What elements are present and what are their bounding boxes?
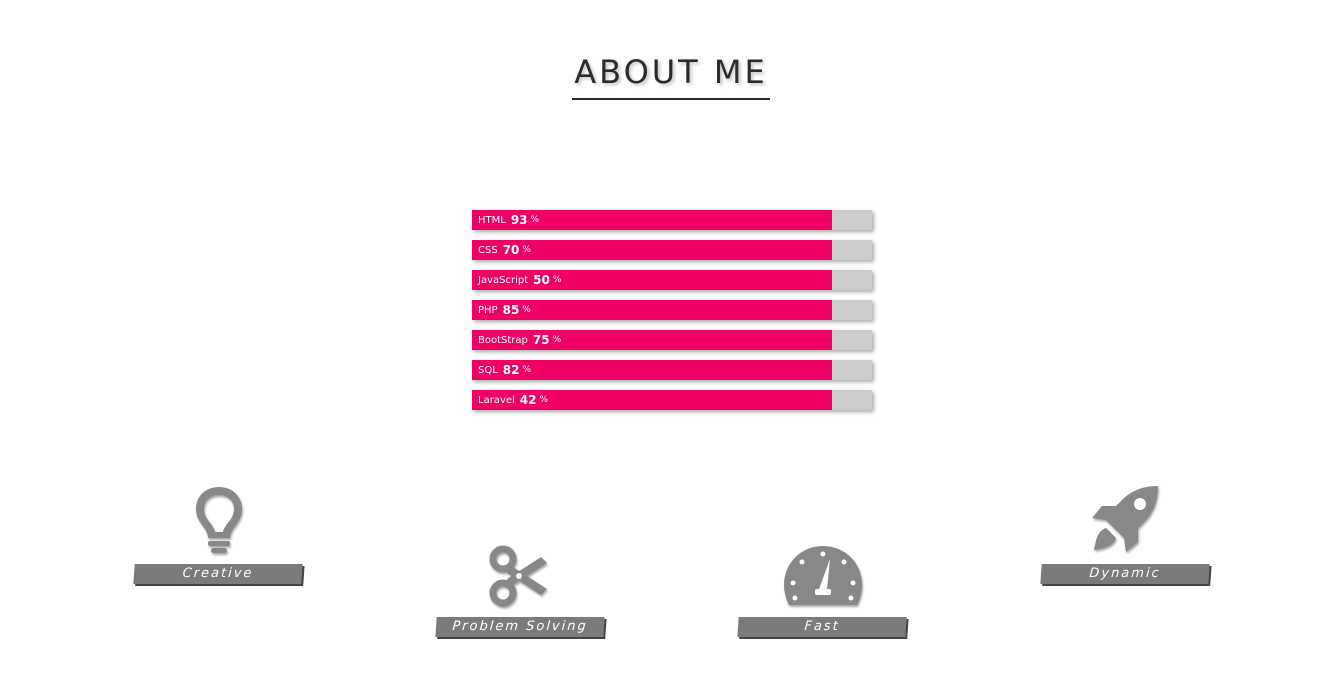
skill-bar-bootstrap: BootStrap 75 % [472,330,872,350]
skill-label: HTML 93 % [478,210,539,230]
skill-bar-javascript: JavaScript 50 % [472,270,872,290]
rocket-icon [1041,484,1211,554]
skill-percent: 82 [502,363,520,377]
skills-list: HTML 93 % CSS 70 % JavaScript 50 % PHP 8… [472,210,872,420]
skill-label: PHP 85 % [478,300,531,320]
feature-label: Dynamic [1040,564,1210,584]
feature-creative: Creative [133,484,304,584]
skill-label: BootStrap 75 % [478,330,561,350]
skill-percent: 75 [532,333,550,347]
skill-unit: % [522,245,531,255]
skill-bar-php: PHP 85 % [472,300,872,320]
skill-name: JavaScript [478,274,529,286]
skill-percent: 70 [502,243,520,257]
skill-label: Laravel 42 % [478,390,548,410]
skill-unit: % [522,305,531,315]
skill-label: SQL 82 % [478,360,531,380]
skill-name: BootStrap [478,334,528,346]
skill-name: Laravel [478,394,515,406]
skill-percent: 85 [502,303,520,317]
feature-fast: Fast [737,545,908,637]
skill-bar-sql: SQL 82 % [472,360,872,380]
feature-dynamic: Dynamic [1040,484,1211,584]
skill-label: CSS 70 % [478,240,531,260]
scissors-icon [436,545,606,607]
skill-bar-html: HTML 93 % [472,210,872,230]
skill-unit: % [522,365,532,375]
skill-percent: 50 [533,273,550,287]
feature-label: Fast [737,617,907,637]
speedometer-icon [738,545,908,607]
skill-bar-css: CSS 70 % [472,240,872,260]
skill-name: CSS [478,244,498,256]
page-title: ABOUT ME [572,52,770,100]
feature-label: Creative [133,564,303,584]
skill-unit: % [539,395,549,405]
feature-problem-solving: Problem Solving [435,545,606,637]
lightbulb-icon [134,484,304,554]
skill-percent: 93 [510,213,528,227]
skill-name: HTML [478,214,506,226]
feature-label: Problem Solving [435,617,605,637]
skill-unit: % [552,335,562,345]
skill-unit: % [530,215,540,225]
section-header: ABOUT ME [0,52,1342,100]
skill-label: JavaScript 50 % [478,270,561,290]
skill-percent: 42 [519,393,537,407]
skill-bar-laravel: Laravel 42 % [472,390,872,410]
skill-name: PHP [478,304,498,316]
skill-unit: % [552,275,562,285]
skill-name: SQL [478,364,498,376]
